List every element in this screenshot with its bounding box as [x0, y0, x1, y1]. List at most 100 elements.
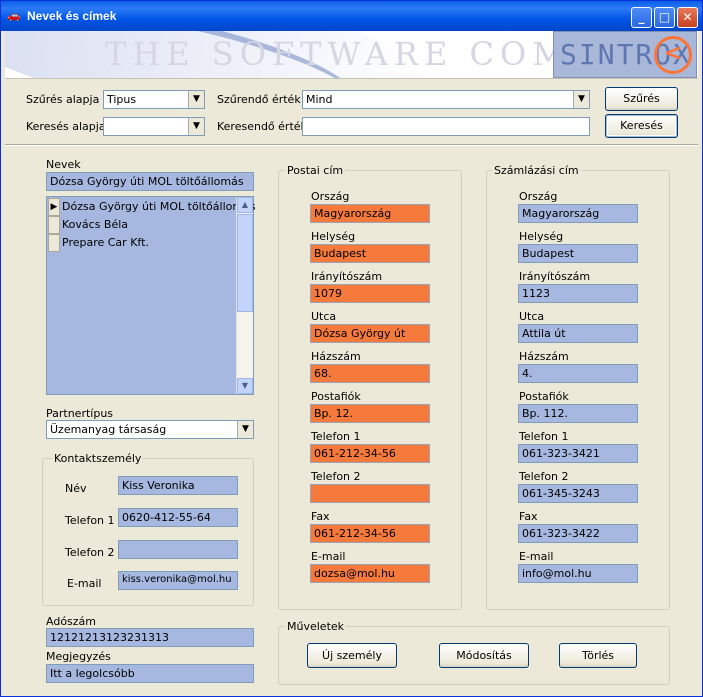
billing-zip-field[interactable]: 1123 — [518, 284, 638, 303]
list-item[interactable]: ▶ Dózsa György úti MOL töltőállomás — [47, 198, 256, 216]
list-item[interactable]: Kovács Béla — [47, 216, 237, 234]
postal-country-label: Ország — [311, 190, 350, 203]
postal-street-field[interactable]: Dózsa György út — [310, 324, 430, 343]
names-scrollbar[interactable]: ▲ ▼ — [236, 197, 253, 394]
billing-phone2-field[interactable]: 061-345-3243 — [518, 484, 638, 503]
contact-name-label: Név — [65, 482, 87, 495]
title-bar[interactable]: 🚗 Nevek és címek _ □ ✕ — [1, 1, 702, 31]
billing-fax-field[interactable]: 061-323-3422 — [518, 524, 638, 543]
filter-by-select[interactable]: Tipus ▼ — [103, 90, 205, 109]
note-field[interactable]: Itt a legolcsóbb — [46, 664, 254, 683]
billing-number-label: Házszám — [519, 350, 569, 363]
billing-pobox-field[interactable]: Bp. 112. — [518, 404, 638, 423]
row-indicator — [48, 216, 60, 234]
filter-button[interactable]: Szűrés — [605, 87, 678, 111]
search-value-label: Keresendő érték — [217, 120, 307, 133]
names-list[interactable]: ▶ Dózsa György úti MOL töltőállomás Ková… — [46, 196, 256, 395]
billing-address-title: Számlázási cím — [492, 164, 581, 177]
logo-arrow-icon: < — [654, 36, 692, 74]
billing-street-field[interactable]: Attila út — [518, 324, 638, 343]
close-icon: ✕ — [682, 10, 693, 24]
contact-name-field[interactable]: Kiss Veronika — [118, 476, 238, 495]
postal-city-field[interactable]: Budapest — [310, 244, 430, 263]
list-item-label: Kovács Béla — [62, 218, 129, 231]
scroll-up-icon[interactable]: ▲ — [237, 197, 253, 213]
postal-country-field[interactable]: Magyarország — [310, 204, 430, 223]
search-by-select[interactable]: ▼ — [103, 117, 205, 136]
postal-address-group — [278, 170, 462, 610]
list-item-label: Dózsa György úti MOL töltőállomás — [62, 200, 256, 213]
postal-zip-field[interactable]: 1079 — [310, 284, 430, 303]
window-title: Nevek és címek — [27, 9, 117, 23]
search-by-label: Keresés alapja — [26, 120, 106, 133]
postal-pobox-field[interactable]: Bp. 12. — [310, 404, 430, 423]
partner-type-value: Üzemanyag társaság — [50, 423, 167, 436]
billing-phone2-label: Telefon 2 — [519, 470, 569, 483]
close-button[interactable]: ✕ — [677, 7, 698, 28]
search-value-input[interactable] — [302, 117, 590, 136]
scroll-thumb[interactable] — [237, 214, 253, 312]
partner-type-label: Partnertípus — [46, 407, 114, 420]
postal-fax-label: Fax — [311, 510, 330, 523]
row-indicator — [48, 234, 60, 252]
postal-fax-field[interactable]: 061-212-34-56 — [310, 524, 430, 543]
note-label: Megjegyzés — [46, 650, 111, 663]
postal-street-label: Utca — [311, 310, 337, 323]
names-label: Nevek — [46, 158, 81, 171]
contact-phone1-label: Telefon 1 — [65, 514, 115, 527]
postal-number-label: Házszám — [311, 350, 361, 363]
billing-fax-label: Fax — [519, 510, 538, 523]
minimize-icon: _ — [638, 10, 645, 24]
scroll-down-icon[interactable]: ▼ — [237, 378, 253, 394]
actions-group-title: Műveletek — [285, 620, 347, 633]
chevron-down-icon[interactable]: ▼ — [237, 421, 253, 438]
postal-email-label: E-mail — [311, 550, 346, 563]
postal-city-label: Helység — [311, 230, 356, 243]
partner-type-select[interactable]: Üzemanyag társaság ▼ — [46, 420, 254, 439]
postal-pobox-label: Postafiók — [311, 390, 361, 403]
list-item[interactable]: Prepare Car Kft. — [47, 234, 237, 252]
filter-by-label: Szűrés alapja — [26, 93, 100, 106]
contact-group-title: Kontaktszemély — [52, 452, 144, 465]
billing-city-field[interactable]: Budapest — [518, 244, 638, 263]
postal-number-field[interactable]: 68. — [310, 364, 430, 383]
billing-phone1-field[interactable]: 061-323-3421 — [518, 444, 638, 463]
contact-phone1-field[interactable]: 0620-412-55-64 — [118, 508, 238, 527]
contact-phone2-label: Telefon 2 — [65, 546, 115, 559]
filter-value-select[interactable]: Mind ▼ — [302, 90, 590, 109]
tax-number-label: Adószám — [46, 615, 97, 628]
billing-country-label: Ország — [519, 190, 558, 203]
postal-phone1-field[interactable]: 061-212-34-56 — [310, 444, 430, 463]
billing-city-label: Helység — [519, 230, 564, 243]
current-name-field[interactable]: Dózsa György úti MOL töltőállomás — [46, 172, 254, 191]
contact-phone2-field[interactable] — [118, 540, 238, 559]
separator — [5, 144, 698, 146]
modify-button[interactable]: Módosítás — [439, 643, 529, 668]
postal-phone1-label: Telefon 1 — [311, 430, 361, 443]
list-item-label: Prepare Car Kft. — [62, 236, 149, 249]
billing-street-label: Utca — [519, 310, 545, 323]
maximize-button[interactable]: □ — [654, 7, 675, 28]
chevron-down-icon[interactable]: ▼ — [573, 91, 589, 108]
chevron-down-icon[interactable]: ▼ — [188, 91, 204, 108]
main-window: 🚗 Nevek és címek _ □ ✕ THE SOFTWARE COMP… — [0, 0, 703, 697]
postal-phone2-label: Telefon 2 — [311, 470, 361, 483]
contact-email-field[interactable]: kiss.veronika@mol.hu — [118, 571, 238, 590]
filter-by-value: Tipus — [107, 93, 137, 106]
search-button[interactable]: Keresés — [605, 114, 678, 138]
new-person-button[interactable]: Új személy — [307, 643, 397, 668]
filter-value-value: Mind — [306, 93, 333, 106]
company-logo: SINTROX < — [553, 31, 697, 78]
postal-email-field[interactable]: dozsa@mol.hu — [310, 564, 430, 583]
billing-email-field[interactable]: info@mol.hu — [518, 564, 638, 583]
postal-address-title: Postai cím — [285, 164, 346, 177]
postal-phone2-field[interactable] — [310, 484, 430, 503]
billing-zip-label: Irányítószám — [519, 270, 591, 283]
billing-number-field[interactable]: 4. — [518, 364, 638, 383]
billing-address-group — [486, 170, 670, 610]
chevron-down-icon[interactable]: ▼ — [188, 118, 204, 135]
minimize-button[interactable]: _ — [631, 7, 652, 28]
billing-country-field[interactable]: Magyarország — [518, 204, 638, 223]
tax-number-field[interactable]: 12121213123231313 — [46, 628, 254, 647]
delete-button[interactable]: Törlés — [559, 643, 637, 668]
